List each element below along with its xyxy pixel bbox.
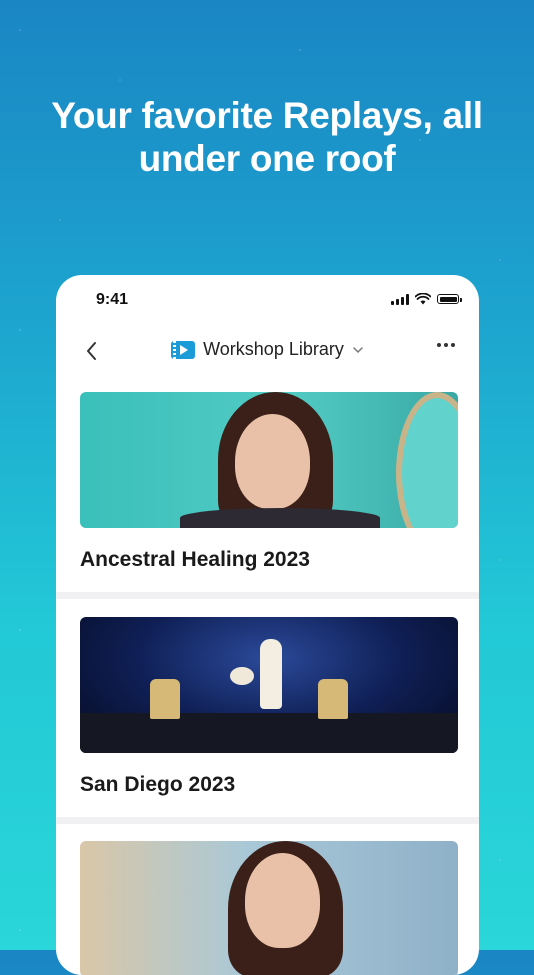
battery-icon	[437, 294, 462, 304]
video-thumbnail[interactable]	[80, 392, 458, 528]
more-horizontal-icon[interactable]	[437, 343, 455, 347]
flower-vase	[230, 667, 254, 685]
mirror-decoration	[396, 392, 458, 528]
list-item[interactable]: Ancestral Healing 2023	[56, 392, 479, 592]
film-icon	[171, 340, 196, 359]
nav-title: Workshop Library	[203, 339, 344, 359]
video-thumbnail[interactable]	[80, 617, 458, 753]
phone-frame: 9:41 Workshop Library Ancestral Healing …	[56, 275, 479, 975]
nav-bar: Workshop Library	[56, 333, 479, 369]
list-item[interactable]: San Diego 2023	[56, 617, 479, 817]
library-selector[interactable]: Workshop Library	[56, 339, 479, 360]
item-title: San Diego 2023	[80, 773, 236, 796]
video-thumbnail[interactable]	[80, 841, 458, 975]
status-bar: 9:41	[56, 275, 479, 325]
divider	[56, 592, 479, 599]
headline: Your favorite Replays, all under one roo…	[51, 95, 483, 179]
chair-left	[150, 679, 180, 719]
signal-icon	[391, 293, 409, 305]
status-time: 9:41	[96, 291, 129, 308]
stage-floor	[80, 713, 458, 753]
chevron-down-icon	[353, 346, 363, 353]
item-title: Ancestral Healing 2023	[80, 548, 310, 571]
thumbnail-face	[235, 414, 310, 509]
thumbnail-shoulders	[180, 508, 380, 528]
list-item[interactable]	[56, 841, 479, 975]
chair-right	[318, 679, 348, 719]
thumbnail-face	[245, 853, 320, 948]
divider	[56, 817, 479, 824]
speaker-figure	[260, 639, 282, 709]
wifi-icon	[415, 293, 431, 305]
status-icons	[391, 293, 462, 305]
